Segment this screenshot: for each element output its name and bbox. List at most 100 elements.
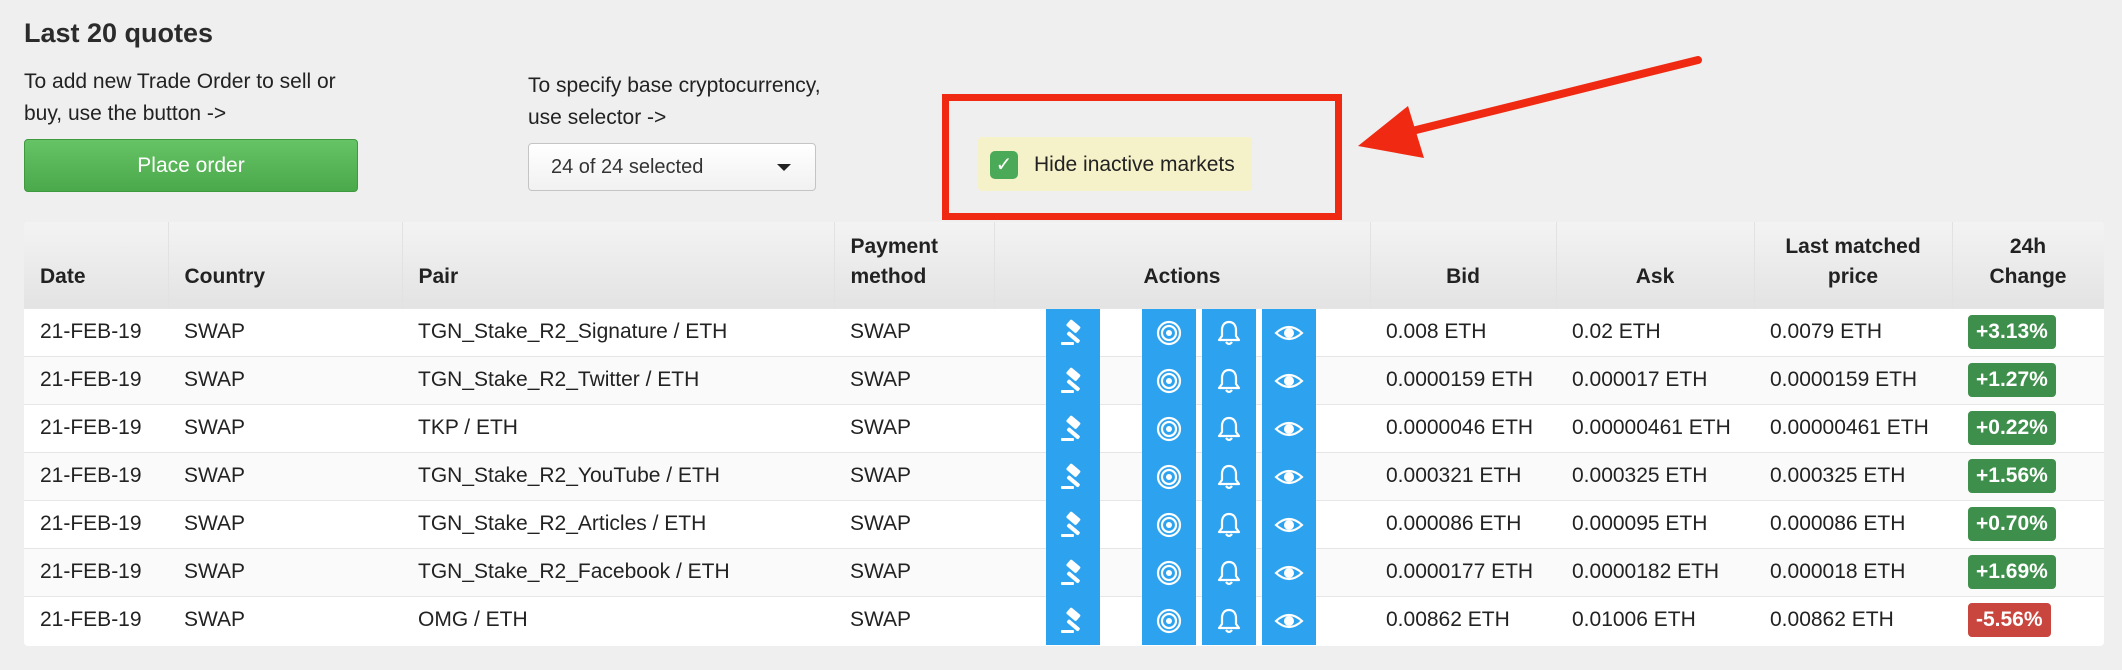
depth-view-button[interactable]: [1142, 404, 1196, 453]
cell-bid: 0.0000046 ETH: [1370, 403, 1556, 452]
selector-hint: To specify base cryptocurrency, use sele…: [528, 74, 821, 129]
eye-icon: [1274, 517, 1304, 532]
column-header-country[interactable]: Country: [168, 222, 403, 308]
price-alert-button[interactable]: [1202, 500, 1256, 549]
column-header-bid[interactable]: Bid: [1370, 222, 1557, 308]
eye-icon: [1274, 469, 1304, 484]
watch-button[interactable]: [1262, 356, 1316, 405]
cell-pair: TKP / ETH: [402, 403, 834, 452]
base-currency-selector[interactable]: 24 of 24 selected: [528, 143, 816, 191]
bell-icon: [1217, 464, 1241, 489]
cell-actions: [994, 355, 1370, 405]
annotation-arrow-icon: [1358, 56, 1702, 158]
column-header-last-line1: Last matched: [1785, 234, 1921, 258]
page-title: Last 20 quotes: [24, 18, 214, 48]
eye-icon: [1274, 421, 1304, 436]
column-header-ask[interactable]: Ask: [1556, 222, 1755, 308]
column-header-last-price[interactable]: Last matched price: [1754, 222, 1953, 308]
gavel-icon: [1061, 511, 1081, 537]
table-header-row: Date Country Pair Payment method Actions …: [24, 222, 2104, 308]
highlight-frame: [942, 94, 1342, 220]
cell-date: 21-FEB-19: [24, 595, 168, 644]
cell-payment: SWAP: [834, 499, 994, 548]
watch-button[interactable]: [1262, 596, 1316, 645]
cell-payment: SWAP: [834, 307, 994, 356]
column-header-date[interactable]: Date: [24, 222, 169, 308]
price-alert-button[interactable]: [1202, 596, 1256, 645]
cell-change: +3.13%: [1952, 307, 2104, 356]
cell-actions: [994, 499, 1370, 549]
cell-payment: SWAP: [834, 403, 994, 452]
cell-pair: OMG / ETH: [402, 595, 834, 644]
column-header-change-line1: 24h: [2009, 234, 2047, 258]
cell-date: 21-FEB-19: [24, 547, 168, 596]
target-icon: [1156, 608, 1182, 633]
watch-button[interactable]: [1262, 308, 1316, 357]
depth-view-button[interactable]: [1142, 308, 1196, 357]
place-bid-button[interactable]: [1046, 404, 1100, 453]
place-bid-button[interactable]: [1046, 452, 1100, 501]
column-header-pair[interactable]: Pair: [402, 222, 835, 308]
column-header-payment[interactable]: Payment method: [834, 222, 995, 308]
watch-button[interactable]: [1262, 500, 1316, 549]
eye-icon: [1274, 613, 1304, 628]
cell-pair: TGN_Stake_R2_Articles / ETH: [402, 499, 834, 548]
cell-pair: TGN_Stake_R2_YouTube / ETH: [402, 451, 834, 500]
depth-view-button[interactable]: [1142, 452, 1196, 501]
depth-view-button[interactable]: [1142, 548, 1196, 597]
price-alert-button[interactable]: [1202, 404, 1256, 453]
place-bid-button[interactable]: [1046, 308, 1100, 357]
target-icon: [1156, 464, 1182, 489]
cell-ask: 0.02 ETH: [1556, 307, 1754, 356]
bell-icon: [1217, 512, 1241, 537]
gavel-icon: [1061, 463, 1081, 489]
cell-country: SWAP: [168, 355, 402, 404]
cell-country: SWAP: [168, 307, 402, 356]
cell-change: +1.69%: [1952, 547, 2104, 596]
cell-actions: [994, 403, 1370, 453]
table-row[interactable]: 21-FEB-19 SWAP OMG / ETH SWAP 0.00862 ET…: [24, 595, 2104, 645]
price-alert-button[interactable]: [1202, 452, 1256, 501]
place-bid-button[interactable]: [1046, 548, 1100, 597]
watch-button[interactable]: [1262, 452, 1316, 501]
table-row[interactable]: 21-FEB-19 SWAP TGN_Stake_R2_Twitter / ET…: [24, 355, 2104, 405]
cell-country: SWAP: [168, 595, 402, 644]
column-header-last-line2: price: [1827, 264, 1879, 288]
gavel-icon: [1061, 559, 1081, 585]
watch-button[interactable]: [1262, 548, 1316, 597]
cell-actions: [994, 307, 1370, 357]
table-row[interactable]: 21-FEB-19 SWAP TKP / ETH SWAP 0.0000046 …: [24, 403, 2104, 453]
change-badge: +3.13%: [1968, 315, 2056, 349]
cell-country: SWAP: [168, 451, 402, 500]
depth-view-button[interactable]: [1142, 596, 1196, 645]
cell-last-price: 0.000325 ETH: [1754, 451, 1952, 500]
target-icon: [1156, 320, 1182, 345]
cell-last-price: 0.000018 ETH: [1754, 547, 1952, 596]
place-bid-button[interactable]: [1046, 356, 1100, 405]
bell-icon: [1217, 416, 1241, 441]
price-alert-button[interactable]: [1202, 356, 1256, 405]
table-row[interactable]: 21-FEB-19 SWAP TGN_Stake_R2_YouTube / ET…: [24, 451, 2104, 501]
cell-bid: 0.008 ETH: [1370, 307, 1556, 356]
price-alert-button[interactable]: [1202, 548, 1256, 597]
table-row[interactable]: 21-FEB-19 SWAP TGN_Stake_R2_Articles / E…: [24, 499, 2104, 549]
place-bid-button[interactable]: [1046, 596, 1100, 645]
place-order-button[interactable]: Place order: [24, 139, 358, 192]
trade-order-hint: To add new Trade Order to sell or buy, u…: [24, 70, 336, 125]
cell-actions: [994, 547, 1370, 597]
change-badge: +1.56%: [1968, 459, 2056, 493]
caret-down-icon: [777, 164, 791, 171]
depth-view-button[interactable]: [1142, 356, 1196, 405]
price-alert-button[interactable]: [1202, 308, 1256, 357]
table-row[interactable]: 21-FEB-19 SWAP TGN_Stake_R2_Facebook / E…: [24, 547, 2104, 597]
cell-date: 21-FEB-19: [24, 499, 168, 548]
watch-button[interactable]: [1262, 404, 1316, 453]
column-header-change[interactable]: 24h Change: [1952, 222, 2104, 308]
column-header-actions: Actions: [994, 222, 1371, 308]
depth-view-button[interactable]: [1142, 500, 1196, 549]
place-bid-button[interactable]: [1046, 500, 1100, 549]
target-icon: [1156, 512, 1182, 537]
column-header-payment-line1: Payment: [850, 234, 939, 258]
table-row[interactable]: 21-FEB-19 SWAP TGN_Stake_R2_Signature / …: [24, 307, 2104, 357]
cell-payment: SWAP: [834, 355, 994, 404]
